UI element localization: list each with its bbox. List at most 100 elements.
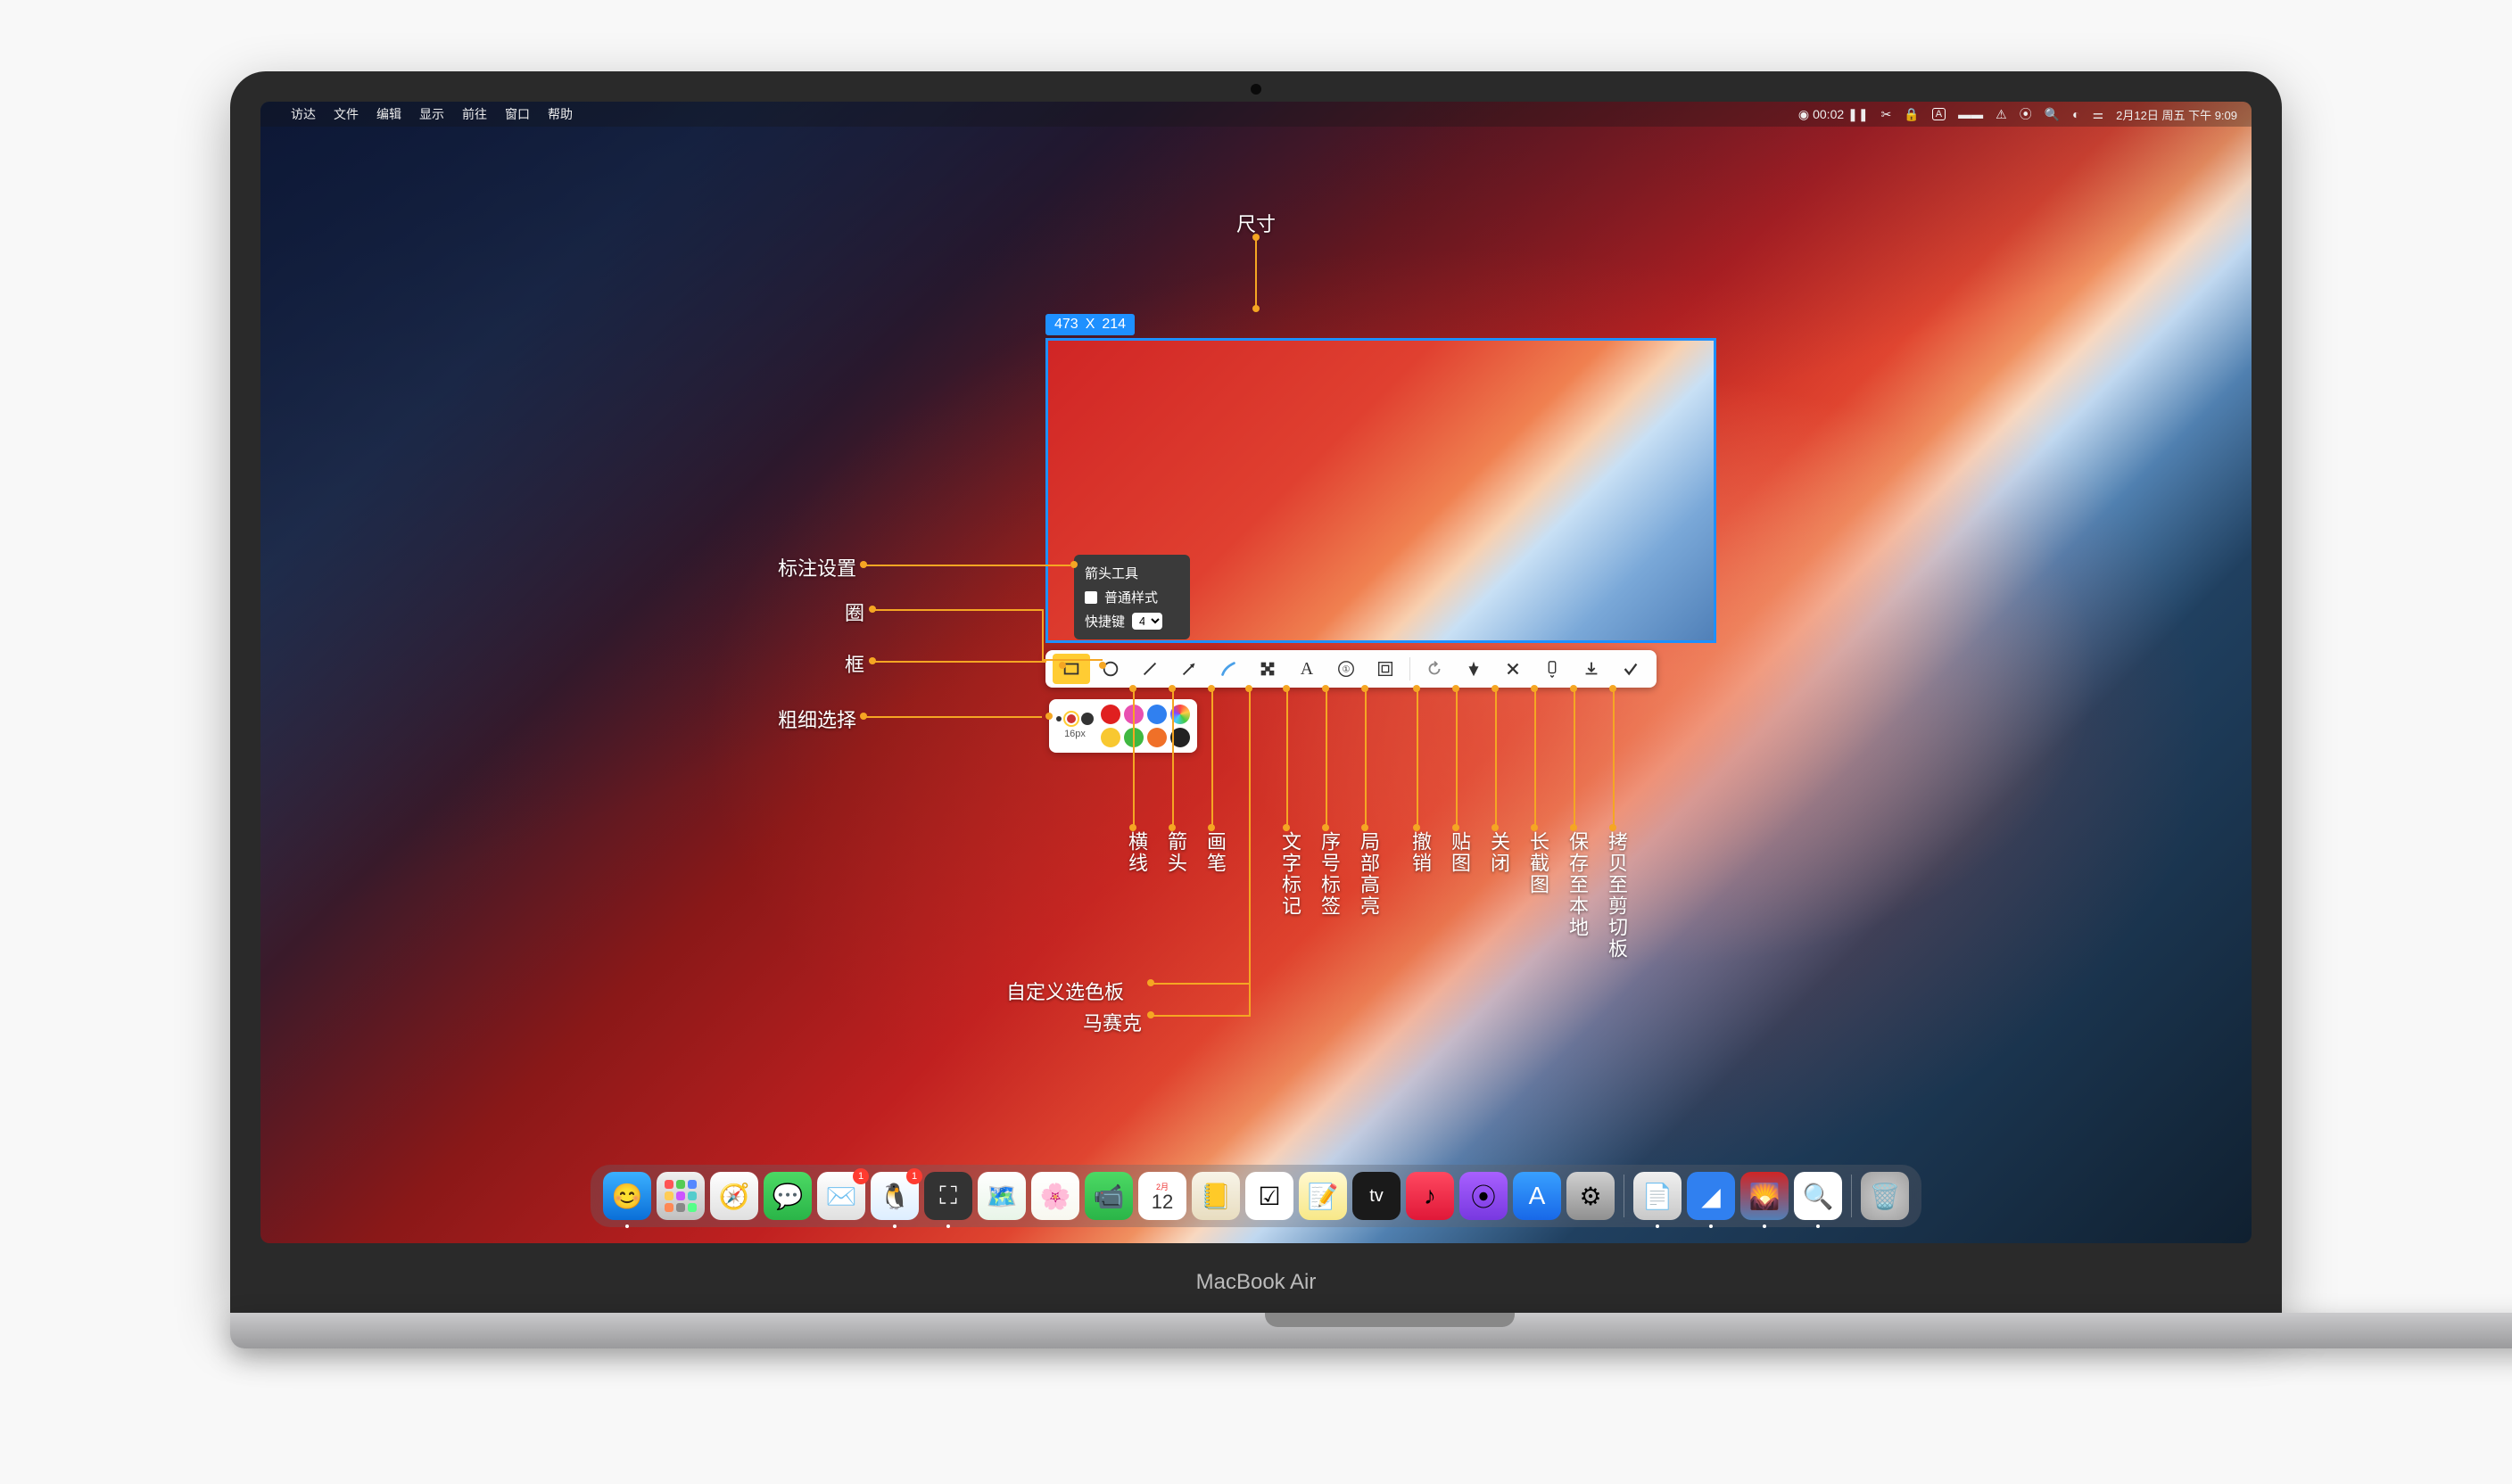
dock-screenshot-app[interactable]: ⛶: [924, 1172, 972, 1220]
dock-podcasts[interactable]: ⦿: [1459, 1172, 1508, 1220]
annot-palette: 自定义选色板: [1006, 977, 1124, 1005]
dock-dingtalk[interactable]: ◢: [1687, 1172, 1735, 1220]
dock-reminders[interactable]: ☑︎: [1245, 1172, 1293, 1220]
annot-circle: 圈: [845, 598, 864, 626]
menubar-edit[interactable]: 编辑: [376, 105, 401, 123]
dock-preview[interactable]: 🔍: [1794, 1172, 1842, 1220]
copy-button[interactable]: [1612, 654, 1649, 684]
number-tool[interactable]: ①: [1327, 654, 1365, 684]
annot-arrow: 箭头: [1161, 831, 1190, 874]
tooltip-title: 箭头工具: [1085, 564, 1179, 582]
record-indicator-icon[interactable]: ◉ 00:02 ❚❚: [1798, 107, 1869, 122]
menubar: 访达 文件 编辑 显示 前往 窗口 帮助 ◉ 00:02 ❚❚ ✂︎ 🔒 A ▬…: [260, 102, 2252, 127]
dock-mail[interactable]: ✉️1: [817, 1172, 865, 1220]
tooltip-hotkey-select[interactable]: 4: [1132, 613, 1162, 630]
mosaic-tool[interactable]: [1249, 654, 1286, 684]
dock-notes[interactable]: 📝: [1299, 1172, 1347, 1220]
stroke-width-selector[interactable]: 16px: [1056, 713, 1094, 739]
close-button[interactable]: [1494, 654, 1532, 684]
dock-desktop[interactable]: 🌄: [1740, 1172, 1789, 1220]
annot-mosaic: 马赛克: [1083, 1008, 1142, 1036]
annot-settings: 标注设置: [778, 553, 856, 581]
menubar-go[interactable]: 前往: [462, 105, 487, 123]
screen-bezel: 访达 文件 编辑 显示 前往 窗口 帮助 ◉ 00:02 ❚❚ ✂︎ 🔒 A ▬…: [230, 71, 2282, 1315]
annot-number: 序号标签: [1315, 831, 1343, 917]
color-blue[interactable]: [1147, 705, 1167, 724]
dock-qq[interactable]: 🐧1: [871, 1172, 919, 1220]
long-screenshot-button[interactable]: [1533, 654, 1571, 684]
siri-icon[interactable]: ◐: [2072, 107, 2079, 121]
menubar-file[interactable]: 文件: [334, 105, 359, 123]
battery-icon[interactable]: ▬▬: [1958, 107, 1983, 121]
annot-width: 粗细选择: [778, 705, 856, 733]
annot-pin: 贴图: [1445, 831, 1474, 874]
dock-tv[interactable]: tv: [1352, 1172, 1401, 1220]
dock-cal-day: 12: [1152, 1192, 1173, 1212]
annot-text: 文字标记: [1276, 831, 1304, 917]
dock-appstore[interactable]: A: [1513, 1172, 1561, 1220]
annot-brush: 画笔: [1201, 831, 1229, 874]
dock-safari[interactable]: 🧭: [710, 1172, 758, 1220]
menubar-app[interactable]: 访达: [291, 105, 316, 123]
text-tool[interactable]: A: [1288, 654, 1326, 684]
dock-mail-badge: 1: [853, 1168, 869, 1184]
width-value: 16px: [1064, 729, 1086, 739]
dock-settings[interactable]: ⚙︎: [1566, 1172, 1615, 1220]
wifi-icon[interactable]: ⚠︎: [1996, 107, 2007, 122]
scissors-icon[interactable]: ✂︎: [1881, 107, 1892, 122]
dock-facetime[interactable]: 📹: [1085, 1172, 1133, 1220]
dock-qq-badge: 1: [906, 1168, 922, 1184]
dock-textedit[interactable]: 📄: [1633, 1172, 1682, 1220]
dock-messages[interactable]: 💬: [764, 1172, 812, 1220]
menubar-help[interactable]: 帮助: [548, 105, 573, 123]
pin-button[interactable]: [1455, 654, 1492, 684]
dock-calendar[interactable]: 2月12: [1138, 1172, 1186, 1220]
dimension-badge: 473 X 214: [1045, 314, 1135, 335]
dock-photos[interactable]: 🌸: [1031, 1172, 1079, 1220]
spotlight-icon[interactable]: 🔍: [2045, 107, 2060, 122]
input-icon[interactable]: A: [1932, 108, 1946, 120]
macbook-mockup: 访达 文件 编辑 显示 前往 窗口 帮助 ◉ 00:02 ❚❚ ✂︎ 🔒 A ▬…: [230, 71, 2282, 1348]
line-tool[interactable]: [1131, 654, 1169, 684]
dock: 😊 🧭 💬 ✉️1 🐧1 ⛶ 🗺️ 🌸 📹 2月12 📒 ☑︎ 📝 tv ♪ ⦿…: [591, 1165, 1921, 1227]
svg-text:①: ①: [1342, 665, 1350, 675]
annot-rect: 框: [845, 649, 864, 678]
color-red[interactable]: [1101, 705, 1120, 724]
undo-button[interactable]: [1416, 654, 1453, 684]
dock-contacts[interactable]: 📒: [1192, 1172, 1240, 1220]
bluetooth-icon[interactable]: ⦿: [2020, 105, 2032, 123]
dock-trash[interactable]: 🗑️: [1861, 1172, 1909, 1220]
menubar-window[interactable]: 窗口: [505, 105, 530, 123]
save-button[interactable]: [1573, 654, 1610, 684]
width-thick[interactable]: [1081, 713, 1094, 725]
annot-long: 长截图: [1524, 831, 1552, 895]
width-thin[interactable]: [1056, 716, 1062, 721]
brush-tool[interactable]: [1210, 654, 1247, 684]
highlight-tool[interactable]: [1367, 654, 1404, 684]
color-orange[interactable]: [1147, 728, 1167, 747]
arrow-tool[interactable]: [1170, 654, 1208, 684]
laptop-base: [230, 1313, 2512, 1348]
tooltip-checkbox[interactable]: [1085, 591, 1097, 604]
annot-undo: 撤销: [1406, 831, 1434, 874]
clock[interactable]: 2月12日 周五 下午 9:09: [2116, 106, 2237, 123]
dock-finder[interactable]: 😊: [603, 1172, 651, 1220]
annot-copy: 拷贝至剪切板: [1602, 831, 1631, 960]
dock-music[interactable]: ♪: [1406, 1172, 1454, 1220]
camera-notch: [1251, 84, 1261, 95]
lock-icon[interactable]: 🔒: [1904, 107, 1919, 122]
annot-line: 横线: [1122, 831, 1151, 874]
annot-close: 关闭: [1484, 831, 1513, 874]
color-yellow[interactable]: [1101, 728, 1120, 747]
dimension-sep: X: [1086, 317, 1095, 333]
dock-launchpad[interactable]: [657, 1172, 705, 1220]
annot-save: 保存至本地: [1563, 831, 1591, 938]
dock-maps[interactable]: 🗺️: [978, 1172, 1026, 1220]
menubar-view[interactable]: 显示: [419, 105, 444, 123]
control-center-icon[interactable]: ⚌: [2093, 107, 2104, 122]
dimension-height: 214: [1102, 317, 1126, 333]
width-med[interactable]: [1067, 714, 1076, 723]
macos-desktop: 访达 文件 编辑 显示 前往 窗口 帮助 ◉ 00:02 ❚❚ ✂︎ 🔒 A ▬…: [260, 102, 2252, 1243]
timer-value: 00:02: [1813, 107, 1844, 121]
tooltip-hotkey-label: 快捷键: [1085, 612, 1125, 631]
